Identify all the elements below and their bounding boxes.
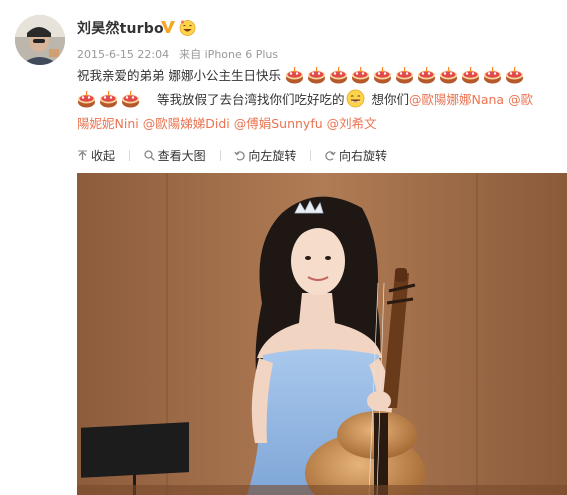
image-action-bar: 收起 查看大图 向左旋转 向右旋转 (77, 147, 397, 165)
post-timestamp[interactable]: 2015-6-15 22:04 (77, 48, 169, 61)
mention-nini-end[interactable]: 陽妮妮Nini (77, 116, 139, 131)
collapse-button[interactable]: 收起 (77, 147, 115, 164)
post-text-line2b: 想你们 (371, 92, 409, 107)
post-source[interactable]: iPhone 6 Plus (205, 48, 279, 61)
username[interactable]: 刘昊然turbo (77, 18, 164, 38)
collapse-arrow-icon (78, 150, 87, 160)
post-content: 祝我亲爱的弟弟 娜娜小公主生日快乐 等我放假了去台湾找你们吃好吃的 想你们@歐陽… (77, 64, 567, 136)
view-large-button[interactable]: 查看大图 (144, 147, 206, 164)
birthday-cake-emoji-icon (329, 67, 347, 84)
cake-emoji-group (285, 67, 527, 84)
birthday-cake-emoji-icon (122, 91, 139, 108)
post-text-line1: 祝我亲爱的弟弟 娜娜小公主生日快乐 (77, 68, 281, 83)
divider (128, 150, 130, 161)
birthday-cake-emoji-icon (461, 67, 479, 84)
mention-sunnyfu[interactable]: @傅娟Sunnyfu (234, 116, 323, 131)
mention-liuxiwen[interactable]: @刘希文 (327, 116, 377, 131)
avatar[interactable] (15, 15, 65, 65)
rotate-left-label: 向左旋转 (248, 149, 297, 163)
mention-nini-start[interactable]: @歐 (508, 92, 533, 107)
rotate-right-icon (325, 151, 336, 161)
rotate-left-icon (234, 151, 246, 161)
view-large-label: 查看大图 (157, 149, 206, 163)
avatar-photo (15, 15, 65, 65)
collapse-label: 收起 (91, 149, 116, 163)
laughing-emoji-icon (347, 89, 365, 108)
weibo-post: 刘昊然turbo 2015-6-15 22:04 来自 iPhone 6 Plu… (0, 0, 567, 495)
girl-with-cello-photo (77, 173, 567, 495)
rotate-left-button[interactable]: 向左旋转 (234, 147, 296, 164)
birthday-cake-emoji-icon (78, 91, 95, 108)
post-meta: 2015-6-15 22:04 来自 iPhone 6 Plus (77, 46, 278, 62)
rotate-right-label: 向右旋转 (339, 149, 388, 163)
birthday-cake-emoji-icon (351, 67, 369, 84)
mention-nana[interactable]: @歐陽娜娜Nana (409, 92, 504, 107)
birthday-cake-emoji-icon (285, 67, 303, 84)
birthday-cake-emoji-icon (100, 91, 117, 108)
verified-v-icon (161, 21, 175, 33)
source-prefix: 来自 (179, 48, 202, 61)
divider (219, 150, 221, 161)
birthday-cake-emoji-icon (307, 67, 325, 84)
content-line-3: 陽妮妮Nini @歐陽娣娣Didi @傅娟Sunnyfu @刘希文 (77, 112, 567, 136)
post-photo[interactable] (77, 173, 567, 495)
birthday-cake-emoji-icon (439, 67, 457, 84)
magnifier-icon (144, 150, 155, 161)
content-line-2: 等我放假了去台湾找你们吃好吃的 想你们@歐陽娜娜Nana @歐 (77, 88, 567, 112)
birthday-cake-emoji-icon (483, 67, 501, 84)
divider (310, 150, 312, 161)
laughing-emoji-badge-icon (179, 20, 196, 36)
post-text-line2a: 等我放假了去台湾找你们吃好吃的 (156, 92, 345, 107)
content-line-1: 祝我亲爱的弟弟 娜娜小公主生日快乐 (77, 64, 567, 88)
birthday-cake-emoji-icon (505, 67, 523, 84)
birthday-cake-emoji-icon (417, 67, 435, 84)
rotate-right-button[interactable]: 向右旋转 (325, 147, 387, 164)
birthday-cake-emoji-icon (395, 67, 413, 84)
birthday-cake-emoji-icon (373, 67, 391, 84)
mention-didi[interactable]: @歐陽娣娣Didi (143, 116, 230, 131)
